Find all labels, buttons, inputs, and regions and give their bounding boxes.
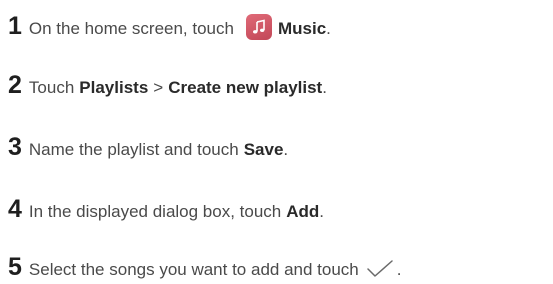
step-text: On the home screen, touch <box>28 19 234 38</box>
step-text: In the displayed dialog box, touch <box>28 202 282 221</box>
step-1: 1 On the home screen, touch Music . <box>8 8 331 41</box>
music-app-icon <box>245 14 272 40</box>
step-text: Touch <box>28 78 75 97</box>
step-punct: . <box>326 19 331 38</box>
step-bold-term-2: Create new playlist <box>168 78 323 97</box>
step-2: 2 Touch Playlists > Create new playlist … <box>8 71 327 100</box>
checkmark-icon <box>365 259 395 284</box>
instruction-steps: 1 On the home screen, touch Music . 2 To… <box>0 0 553 281</box>
step-number: 4 <box>8 195 22 223</box>
step-punct: . <box>283 140 289 159</box>
step-number: 1 <box>8 12 22 40</box>
step-number: 3 <box>8 133 22 161</box>
step-bold-term: Music <box>277 19 327 38</box>
step-text: Name the playlist and touch <box>28 140 239 159</box>
step-3: 3 Name the playlist and touch Save . <box>8 133 288 162</box>
step-bold-term: Save <box>243 140 284 159</box>
step-5: 5 Select the songs you want to add and t… <box>8 253 401 282</box>
step-number: 2 <box>8 71 22 99</box>
step-separator: > <box>153 78 164 97</box>
step-bold-term: Add <box>286 202 320 221</box>
step-number: 5 <box>8 253 22 281</box>
step-punct: . <box>322 78 327 97</box>
step-4: 4 In the displayed dialog box, touch Add… <box>8 195 324 224</box>
step-bold-term: Playlists <box>79 78 149 97</box>
step-punct: . <box>396 260 402 279</box>
step-text: Select the songs you want to add and tou… <box>28 260 359 279</box>
step-punct: . <box>319 202 325 221</box>
